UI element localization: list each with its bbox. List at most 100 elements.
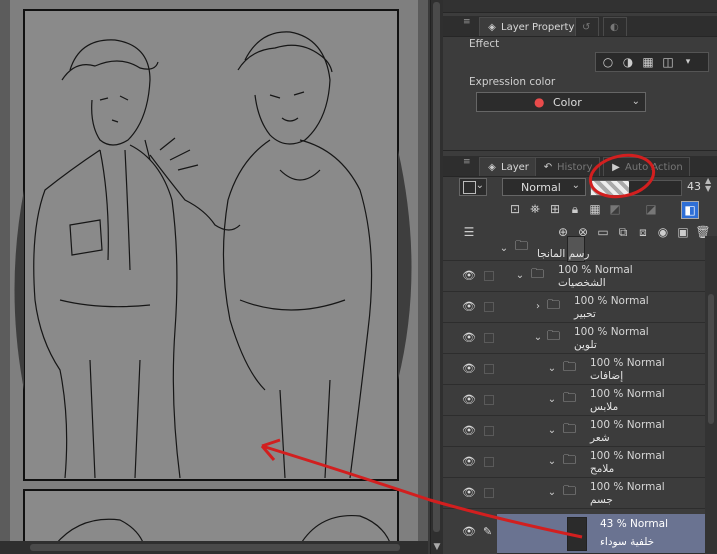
chevron-down-icon[interactable]: ⌄ xyxy=(547,364,557,374)
opacity-slider[interactable] xyxy=(590,180,682,196)
layer-lock-box[interactable] xyxy=(484,426,494,436)
menu-grip-icon[interactable]: ≡ xyxy=(463,18,473,31)
eye-icon[interactable]: 👁︎ xyxy=(462,487,476,499)
layer-name: تحبير xyxy=(574,308,596,320)
border-effect-icon[interactable]: ○ xyxy=(600,54,616,70)
layer-lock-box[interactable] xyxy=(484,302,494,312)
layer-color-picker-icon[interactable]: ◧ xyxy=(681,201,699,219)
tab-history[interactable]: ↶ History xyxy=(535,157,600,176)
chevron-down-icon[interactable]: ⌄ xyxy=(547,395,557,405)
chevron-down-icon[interactable]: ▾ xyxy=(680,54,696,70)
draft-layer-icon[interactable]: ⊞ xyxy=(547,201,563,217)
chevron-down-icon[interactable]: ⌄ xyxy=(533,333,543,343)
layer-name: رسم المانجا xyxy=(537,248,590,260)
layer-row[interactable]: 👁︎ › 🗀︎ 100 % Normal تحبير xyxy=(443,292,705,323)
layer-name: تلوين xyxy=(574,339,597,351)
canvas-area[interactable] xyxy=(0,0,428,554)
layer-row[interactable]: ⌄ 🗀︎ رسم المانجا xyxy=(443,236,705,262)
tab-auto-action[interactable]: ▶ Auto Action xyxy=(603,157,690,176)
layer-color-icon[interactable]: ◫ xyxy=(660,54,676,70)
layer-tabbar: ≡ ◈ Layer ↶ History ▶ Auto Action xyxy=(443,156,717,177)
canvas-horizontal-scrollbar[interactable] xyxy=(0,541,428,554)
scroll-thumb[interactable] xyxy=(433,2,440,532)
eye-icon[interactable]: 👁︎ xyxy=(462,394,476,406)
layer-name: الشخصيات xyxy=(558,277,606,289)
layer-lock-box[interactable] xyxy=(484,271,494,281)
layer-property-icon: ◈ xyxy=(488,22,496,33)
color-circles-icon: ● xyxy=(534,95,545,109)
chevron-down-icon[interactable]: ⌄ xyxy=(547,457,557,467)
layer-name: ملامح xyxy=(590,463,615,475)
dither-effect-icon[interactable]: ▦ xyxy=(640,54,656,70)
clip-layer-icon[interactable]: ⊡ xyxy=(507,201,523,217)
layer-blend-info: 100 % Normal xyxy=(574,326,649,338)
scroll-thumb[interactable] xyxy=(708,294,714,424)
reference-layer-icon[interactable]: ⛯ xyxy=(527,201,543,217)
tab-3[interactable]: ◐ xyxy=(603,17,627,36)
layer-row[interactable]: 👁︎ ⌄ 🗀︎ 100 % Normal إضافات xyxy=(443,354,705,385)
expression-color-label: Expression color xyxy=(469,76,556,88)
layer-row[interactable]: 👁︎ ⌄ 🗀︎ 100 % Normal شعر xyxy=(443,416,705,447)
layer-row[interactable]: 👁︎ ⌄ 🗀︎ 100 % Normal الشخصيات xyxy=(443,261,705,292)
chevron-down-icon: ⌄ xyxy=(475,180,484,191)
scroll-thumb[interactable] xyxy=(30,544,400,551)
right-panel: ≡ ◈ Layer Property ↺ ◐ Effect ○ ◑ ▦ ◫ ▾ E… xyxy=(443,0,717,554)
layer-row[interactable]: 👁︎ ⌄ 🗀︎ 100 % Normal ملابس xyxy=(443,385,705,416)
folder-icon: 🗀︎ xyxy=(547,329,561,344)
scroll-down-arrow-icon[interactable]: ▼ xyxy=(431,540,443,554)
divider xyxy=(443,150,717,151)
chevron-down-icon[interactable]: ⌄ xyxy=(515,271,525,281)
tab-label: Auto Action xyxy=(625,162,683,173)
mask-icon[interactable]: ◩ xyxy=(607,201,623,217)
chevron-down-icon[interactable]: ⌄ xyxy=(499,244,509,254)
eye-icon[interactable]: 👁︎ xyxy=(462,270,476,282)
layer-thumbnail xyxy=(567,517,587,551)
layer-lock-box[interactable] xyxy=(484,488,494,498)
eye-icon[interactable]: 👁︎ xyxy=(462,332,476,344)
layer-lock-box[interactable] xyxy=(484,333,494,343)
expression-color-dropdown[interactable]: ● Color ⌄ xyxy=(476,92,646,112)
chevron-right-icon[interactable]: › xyxy=(533,302,543,312)
folder-icon: 🗀︎ xyxy=(563,360,577,375)
layer-blend-info: 100 % Normal xyxy=(558,264,633,276)
layer-blend-info: 100 % Normal xyxy=(590,481,665,493)
folder-icon: 🗀︎ xyxy=(563,484,577,499)
layer-lock-box[interactable] xyxy=(484,395,494,405)
layer-blend-info: 100 % Normal xyxy=(590,357,665,369)
color-dropdown-value: Color xyxy=(553,96,582,109)
opacity-stepper-icon[interactable]: ▲ ▼ xyxy=(705,177,711,193)
lock-transparency-icon[interactable]: ▦ xyxy=(587,201,603,217)
layers-icon: ◈ xyxy=(488,162,496,173)
ruler-icon[interactable]: ◪ xyxy=(643,201,659,217)
layer-name: خلفية سوداء xyxy=(600,536,655,548)
layer-row[interactable]: 👁︎ ⌄ 🗀︎ 100 % Normal ملامح xyxy=(443,447,705,478)
chevron-down-icon[interactable]: ⌄ xyxy=(547,426,557,436)
layer-row[interactable]: 👁︎ ⌄ 🗀︎ 100 % Normal تلوين xyxy=(443,323,705,354)
layer-blend-info: 43 % Normal xyxy=(600,518,669,530)
eye-icon[interactable]: 👁︎ xyxy=(462,363,476,375)
lock-icon[interactable]: 🔒︎ xyxy=(567,201,583,217)
tab-label: Layer Property xyxy=(501,22,575,33)
eye-icon[interactable]: 👁︎ xyxy=(462,301,476,313)
tab-2[interactable]: ↺ xyxy=(575,17,599,36)
canvas-vertical-scrollbar[interactable]: ▼ xyxy=(430,0,443,554)
eye-icon[interactable]: 👁︎ xyxy=(462,425,476,437)
tab-layer[interactable]: ◈ Layer xyxy=(479,157,536,176)
layer-color-dropdown[interactable]: ⌄ xyxy=(459,178,487,196)
tab-layer-property[interactable]: ◈ Layer Property xyxy=(479,17,582,36)
menu-grip-icon[interactable]: ≡ xyxy=(463,158,473,171)
opacity-slider-fill xyxy=(591,181,629,195)
opacity-value[interactable]: 43 xyxy=(687,180,701,193)
blend-mode-dropdown[interactable]: Normal ⌄ xyxy=(502,178,586,196)
eye-icon[interactable]: 👁︎ xyxy=(462,456,476,468)
tone-effect-icon[interactable]: ◑ xyxy=(620,54,636,70)
layer-row[interactable]: 👁︎ ⌄ 🗀︎ 100 % Normal جسم xyxy=(443,478,705,509)
layer-lock-box[interactable] xyxy=(484,457,494,467)
layer-row-selected[interactable]: 43 % Normal خلفية سوداء xyxy=(497,514,705,554)
manga-canvas[interactable] xyxy=(0,0,428,554)
layer-list: ⌄ 🗀︎ رسم المانجا 👁︎ ⌄ 🗀︎ 100 % Normal ال… xyxy=(443,236,705,554)
layer-list-scrollbar[interactable] xyxy=(705,236,717,554)
chevron-down-icon[interactable]: ⌄ xyxy=(547,488,557,498)
layer-lock-box[interactable] xyxy=(484,364,494,374)
eye-icon[interactable]: 👁︎ xyxy=(462,525,476,538)
